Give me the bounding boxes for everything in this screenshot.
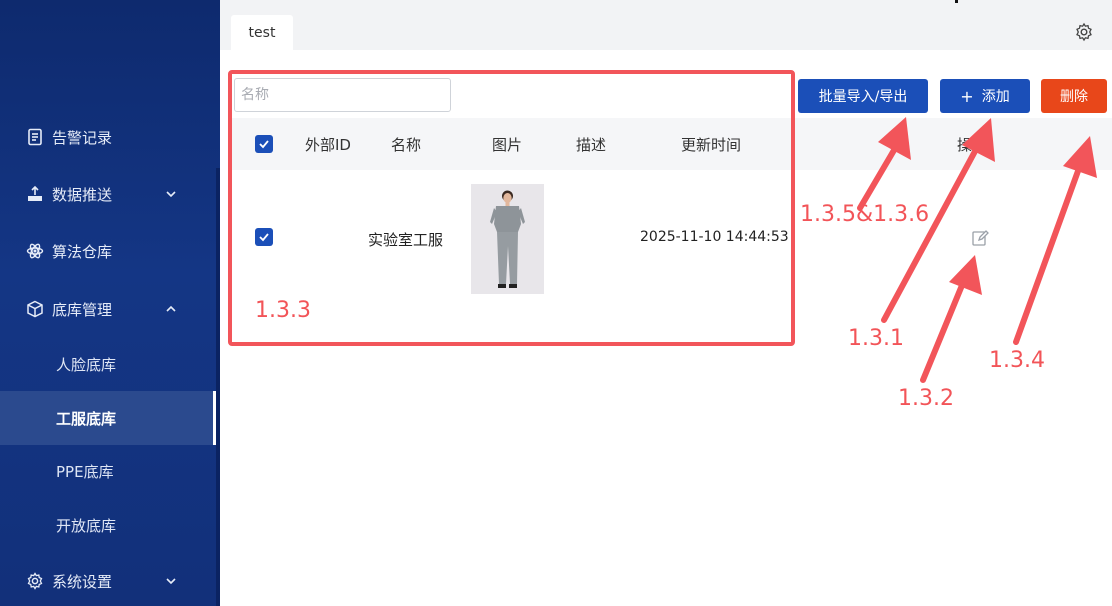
menu-item-system-settings[interactable]: 系统设置 xyxy=(0,556,216,606)
annotation-label-1-3-2: 1.3.2 xyxy=(898,386,954,411)
menu-item-label: 数据推送 xyxy=(52,185,113,204)
chevron-up-icon xyxy=(164,302,178,316)
column-header-action: 操作 xyxy=(957,136,988,154)
menu-item-label: 系统设置 xyxy=(52,572,113,591)
upload-icon xyxy=(25,184,45,204)
menu-item-library-management[interactable]: 底库管理 xyxy=(0,284,216,334)
document-icon xyxy=(25,127,45,147)
atom-icon xyxy=(25,241,45,261)
sub-item-label: 开放底库 xyxy=(56,516,117,535)
tab-bar: test xyxy=(220,0,1112,50)
annotation-label-1-3-4: 1.3.4 xyxy=(989,348,1045,373)
plus-icon: + xyxy=(960,86,974,106)
delete-label: 删除 xyxy=(1060,89,1088,105)
sub-item-open-library[interactable]: 开放底库 xyxy=(0,498,216,552)
sub-item-workwear-library[interactable]: 工服底库 xyxy=(0,391,216,445)
sub-item-label: 人脸底库 xyxy=(56,355,117,374)
menu-item-label: 底库管理 xyxy=(52,300,113,319)
menu-item-label: 告警记录 xyxy=(52,128,113,147)
settings-gear-icon[interactable] xyxy=(1074,22,1094,42)
box-icon xyxy=(25,299,45,319)
sub-item-face-library[interactable]: 人脸底库 xyxy=(0,337,216,391)
import-export-label: 批量导入/导出 xyxy=(818,89,908,105)
menu-item-data-push[interactable]: 数据推送 xyxy=(0,169,216,219)
menu-item-alarm-records[interactable]: 告警记录 xyxy=(0,112,216,162)
sub-item-label: 工服底库 xyxy=(56,409,117,428)
sub-item-label: PPE底库 xyxy=(56,462,114,481)
tab-test[interactable]: test xyxy=(231,15,293,50)
chevron-down-icon xyxy=(164,187,178,201)
delete-button[interactable]: 删除 xyxy=(1041,79,1107,113)
add-label: 添加 xyxy=(981,89,1010,105)
sub-item-ppe-library[interactable]: PPE底库 xyxy=(0,444,216,498)
import-export-button[interactable]: 批量导入/导出 xyxy=(798,79,928,113)
window-control-dot xyxy=(955,0,958,3)
menu-item-label: 算法仓库 xyxy=(52,242,113,261)
chevron-down-icon xyxy=(164,574,178,588)
annotation-label-1-3-3: 1.3.3 xyxy=(255,298,311,323)
gear-icon xyxy=(25,571,45,591)
annotation-label-1-3-5-6: 1.3.5&1.3.6 xyxy=(800,202,930,227)
annotation-label-1-3-1: 1.3.1 xyxy=(848,326,904,351)
sidebar: 告警记录 数据推送 算法仓库 底库管理 人脸底库 工服底库 PPE底库 开放底库 xyxy=(0,0,220,606)
menu-item-algorithm-store[interactable]: 算法仓库 xyxy=(0,226,216,276)
annotation-highlight-box xyxy=(228,70,795,346)
add-button[interactable]: + 添加 xyxy=(940,79,1030,113)
edit-icon[interactable] xyxy=(971,229,989,247)
